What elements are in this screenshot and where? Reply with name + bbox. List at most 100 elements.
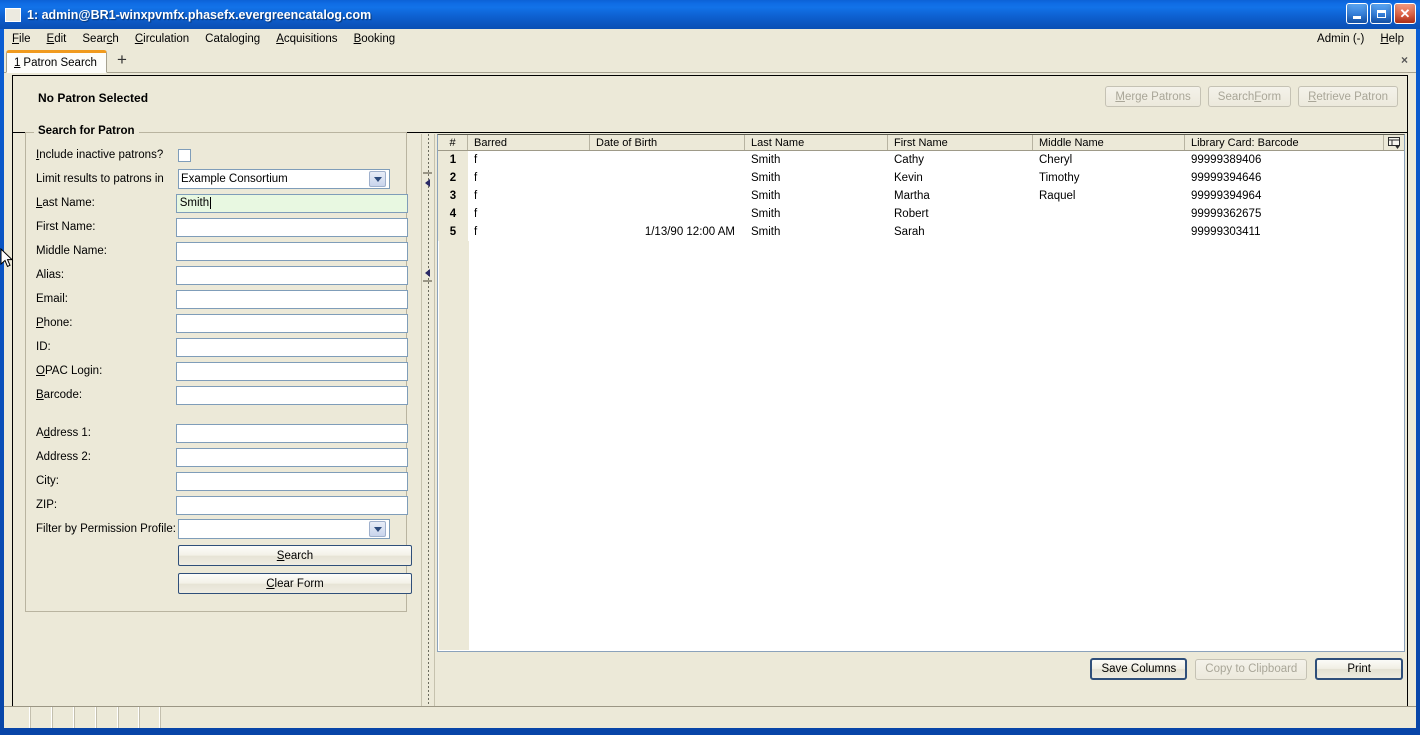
search-form-rows: Include inactive patrons? Limit results … <box>26 143 412 594</box>
minimize-icon <box>1353 15 1361 19</box>
cell-dob <box>590 187 745 205</box>
split-layout: Search for Patron Include inactive patro… <box>13 125 1407 719</box>
cell-num: 5 <box>438 223 468 241</box>
cell-num: 4 <box>438 205 468 223</box>
limit-results-select[interactable]: Example Consortium <box>178 169 390 189</box>
table-row[interactable]: 4 f Smith Robert 99999362675 <box>438 205 1404 223</box>
column-header-first-name[interactable]: First Name <box>888 135 1033 150</box>
retrieve-patron-button[interactable]: Retrieve Patron <box>1298 86 1398 107</box>
menu-booking[interactable]: Booking <box>346 31 404 47</box>
cell-middle: Raquel <box>1039 190 1076 202</box>
first-name-input[interactable] <box>175 217 408 237</box>
row-phone: Phone: <box>26 311 408 335</box>
cell-first: Kevin <box>894 172 923 184</box>
chevron-down-icon <box>369 171 386 187</box>
clear-form-button[interactable]: Clear Form <box>178 573 412 594</box>
table-row[interactable]: 1 f Smith Cathy Cheryl 99999389406 <box>438 151 1404 169</box>
patron-header-buttons: Merge Patrons Search Form Retrieve Patro… <box>1105 86 1398 107</box>
zip-label: ZIP: <box>36 499 58 511</box>
column-picker-button[interactable] <box>1384 135 1404 150</box>
pane-splitter[interactable] <box>421 134 435 719</box>
menu-bar-right: Admin (-) Help <box>1309 29 1412 49</box>
menu-acquisitions[interactable]: Acquisitions <box>268 31 345 47</box>
id-input[interactable] <box>175 337 408 357</box>
cell-first: Sarah <box>894 226 925 238</box>
table-row[interactable]: 2 f Smith Kevin Timothy 99999394646 <box>438 169 1404 187</box>
status-segment-5 <box>96 707 118 728</box>
column-header-date-of-birth[interactable]: Date of Birth <box>590 135 745 150</box>
collapse-left-arrow-icon[interactable] <box>425 179 430 187</box>
menu-circulation[interactable]: Circulation <box>127 31 197 47</box>
menu-cataloging[interactable]: Cataloging <box>197 31 268 47</box>
row-include-inactive: Include inactive patrons? <box>26 143 408 167</box>
close-button[interactable]: ✕ <box>1394 3 1416 24</box>
alias-label: Alias: <box>36 269 65 281</box>
client-area: File Edit Search Circulation Cataloging … <box>4 29 1416 728</box>
middle-name-input[interactable] <box>175 241 408 261</box>
save-columns-button[interactable]: Save Columns <box>1090 658 1188 680</box>
merge-patrons-button[interactable]: Merge Patrons <box>1105 86 1201 107</box>
search-for-patron-group: Search for Patron Include inactive patro… <box>25 125 412 612</box>
phone-input[interactable] <box>175 313 408 333</box>
row-middle-name: Middle Name: <box>26 239 408 263</box>
column-header-barred[interactable]: Barred <box>468 135 590 150</box>
column-header-middle-name[interactable]: Middle Name <box>1033 135 1185 150</box>
patron-status-label: No Patron Selected <box>38 91 149 105</box>
email-input[interactable] <box>175 289 408 309</box>
status-segment-3 <box>52 707 74 728</box>
cell-middle: Cheryl <box>1039 154 1073 166</box>
search-form-button[interactable]: Search Form <box>1207 86 1292 107</box>
barcode-input[interactable] <box>175 385 408 405</box>
collapse-right-arrow-icon[interactable] <box>425 269 430 277</box>
address-1-input[interactable] <box>175 423 408 443</box>
alias-input[interactable] <box>175 265 408 285</box>
menu-file[interactable]: File <box>4 31 39 47</box>
grid-body: 1 f Smith Cathy Cheryl 99999389406 2 f Smith Kevi… <box>438 151 1404 241</box>
cell-last: Smith <box>751 208 781 220</box>
menu-edit[interactable]: Edit <box>39 31 75 47</box>
tab-strip: 1 Patron Search + × <box>4 49 1416 73</box>
row-last-name: Last Name: Smith <box>26 191 408 215</box>
table-row[interactable]: 3 f Smith Martha Raquel 99999394964 <box>438 187 1404 205</box>
include-inactive-label: Include inactive patrons? <box>36 149 164 161</box>
last-name-input[interactable]: Smith <box>175 193 408 213</box>
city-input[interactable] <box>175 471 408 491</box>
cell-middle: Timothy <box>1039 172 1080 184</box>
minimize-button[interactable] <box>1346 3 1368 24</box>
id-label: ID: <box>36 341 51 353</box>
include-inactive-checkbox[interactable] <box>178 148 191 162</box>
row-address-1: Address 1: <box>26 421 408 445</box>
address-1-label: Address 1: <box>36 427 91 439</box>
table-row[interactable]: 5 f 1/13/90 12:00 AM Smith Sarah 99999303411 <box>438 223 1404 241</box>
opac-login-input[interactable] <box>175 361 408 381</box>
address-2-input[interactable] <box>175 447 408 467</box>
menu-search[interactable]: Search <box>74 31 126 47</box>
copy-to-clipboard-button[interactable]: Copy to Clipboard <box>1195 658 1308 680</box>
address-2-label: Address 2: <box>36 451 91 463</box>
row-address-2: Address 2: <box>26 445 408 469</box>
cell-barred: f <box>474 190 478 202</box>
tab-close-icon[interactable]: × <box>1401 53 1408 67</box>
menu-admin[interactable]: Admin (-) <box>1309 31 1372 47</box>
email-label: Email: <box>36 293 68 305</box>
print-button[interactable]: Print <box>1315 658 1403 680</box>
row-id: ID: <box>26 335 408 359</box>
permission-profile-select[interactable] <box>178 519 390 539</box>
tab-number: 1 <box>14 56 21 69</box>
column-header-number[interactable]: # <box>438 135 468 150</box>
column-header-last-name[interactable]: Last Name <box>745 135 888 150</box>
cell-num: 2 <box>438 169 468 187</box>
zip-input[interactable] <box>175 495 408 515</box>
cell-dob <box>590 169 745 187</box>
column-header-library-card-barcode[interactable]: Library Card: Barcode <box>1185 135 1384 150</box>
tab-patron-search[interactable]: 1 Patron Search <box>6 50 107 73</box>
row-barcode: Barcode: <box>26 383 408 407</box>
window-icon <box>5 7 21 22</box>
cell-barred: f <box>474 154 478 166</box>
cell-barcode: 99999362675 <box>1191 208 1262 220</box>
search-button[interactable]: Search <box>178 545 412 566</box>
new-tab-button[interactable]: + <box>111 49 133 71</box>
menu-help[interactable]: Help <box>1372 31 1412 47</box>
maximize-button[interactable] <box>1370 3 1392 24</box>
menu-bar: File Edit Search Circulation Cataloging … <box>4 29 1416 49</box>
